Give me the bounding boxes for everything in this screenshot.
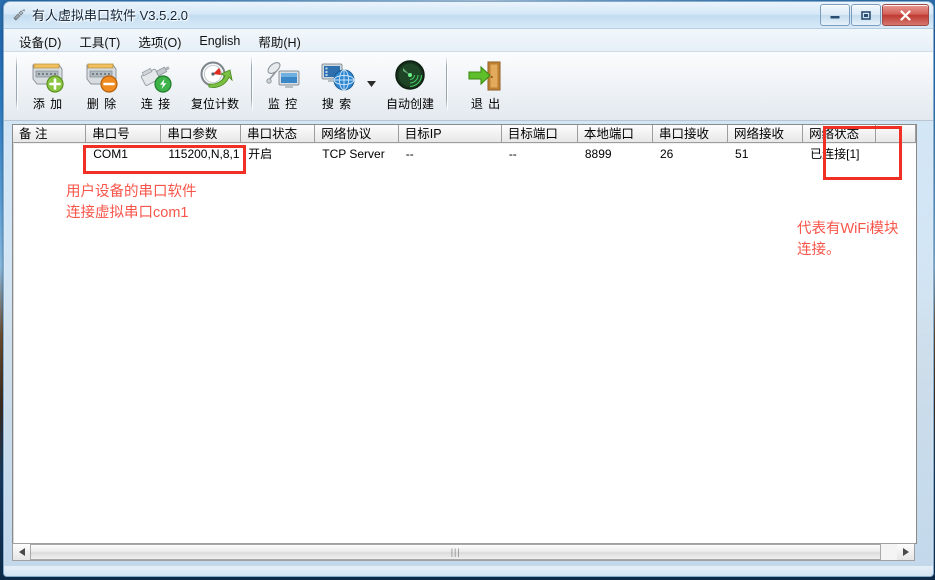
title-bar: 有人虚拟串口软件 V3.5.2.0 xyxy=(4,2,933,29)
connect-button[interactable]: 连 接 xyxy=(129,56,183,114)
monitor-button-label: 监 控 xyxy=(267,97,299,111)
cell-target-port: -- xyxy=(508,147,517,161)
restore-button[interactable] xyxy=(851,4,881,26)
monitor-button[interactable]: 监 控 xyxy=(256,56,310,114)
column-header-com-port[interactable]: 串口号 xyxy=(86,125,162,143)
window-title: 有人虚拟串口软件 V3.5.2.0 xyxy=(32,8,189,23)
highlight-box-com-port xyxy=(83,145,246,174)
toolbar-separator-3 xyxy=(446,56,447,110)
annotation-left-line2: 连接虚拟串口com1 xyxy=(66,205,189,221)
annotation-left: 用户设备的串口软件 连接虚拟串口com1 xyxy=(66,182,197,224)
column-header-target-port[interactable]: 目标端口 xyxy=(501,125,578,143)
column-header-target-ip[interactable]: 目标IP xyxy=(398,125,502,143)
cell-target-ip: -- xyxy=(405,147,414,161)
cell-net-protocol: TCP Server xyxy=(322,147,385,161)
menu-english[interactable]: English xyxy=(190,32,249,50)
column-header-local-port[interactable]: 本地端口 xyxy=(577,125,653,143)
minimize-button[interactable] xyxy=(820,4,850,26)
connect-plug-icon xyxy=(136,57,176,95)
highlight-box-net-status xyxy=(823,126,902,180)
column-header-com-rx[interactable]: 串口接收 xyxy=(652,125,729,143)
annotation-right-line2: 连接。 xyxy=(797,242,841,258)
cell-local-port: 8899 xyxy=(584,147,612,161)
window-controls xyxy=(820,4,929,26)
status-strip xyxy=(4,566,933,576)
annotation-right: 代表有WiFi模块 连接。 xyxy=(797,219,899,261)
reset-counter-button[interactable]: 复位计数 xyxy=(183,56,247,114)
cell-remark xyxy=(13,144,86,164)
toolbar: 添 加 删 除 连 接 复位计数 监 控 搜 索 自动创建 退 出 xyxy=(4,52,933,121)
exit-button-label: 退 出 xyxy=(470,97,502,111)
scroll-right-button[interactable] xyxy=(897,544,914,560)
column-header-remark[interactable]: 备 注 xyxy=(13,125,87,143)
scrollbar-track[interactable]: ||| xyxy=(30,544,897,560)
column-header-net-protocol[interactable]: 网络协议 xyxy=(315,125,399,143)
scrollbar-grip: ||| xyxy=(450,547,461,557)
column-header-net-rx[interactable]: 网络接收 xyxy=(728,125,804,143)
serial-port-remove-icon xyxy=(82,57,122,95)
close-button[interactable] xyxy=(882,4,929,26)
add-button[interactable]: 添 加 xyxy=(21,56,75,114)
scrollbar-thumb[interactable]: ||| xyxy=(30,544,882,560)
search-button-label: 搜 索 xyxy=(321,97,353,111)
auto-create-radar-icon xyxy=(390,57,430,95)
auto-create-button[interactable]: 自动创建 xyxy=(378,56,442,114)
horizontal-scrollbar[interactable]: ||| xyxy=(12,543,915,561)
menu-options[interactable]: 选项(O) xyxy=(129,30,190,53)
chevron-down-icon[interactable] xyxy=(364,56,378,112)
column-header-com-params[interactable]: 串口参数 xyxy=(161,125,242,143)
connect-button-label: 连 接 xyxy=(140,97,172,111)
reset-counter-icon xyxy=(195,57,235,95)
network-search-icon xyxy=(317,57,357,95)
application-window: 有人虚拟串口软件 V3.5.2.0 设备(D) 工具(T) 选项(O) Engl… xyxy=(3,1,934,577)
cell-com-rx: 26 xyxy=(659,147,674,161)
cell-com-status: 开启 xyxy=(248,147,273,161)
menu-device[interactable]: 设备(D) xyxy=(10,30,70,53)
exit-door-icon xyxy=(466,57,506,95)
delete-button-label: 删 除 xyxy=(86,97,118,111)
plug-icon xyxy=(11,7,27,23)
menu-help[interactable]: 帮助(H) xyxy=(249,30,309,53)
add-button-label: 添 加 xyxy=(32,97,64,111)
toolbar-separator-2 xyxy=(251,56,252,110)
exit-button[interactable]: 退 出 xyxy=(459,56,513,114)
auto-create-button-label: 自动创建 xyxy=(385,97,434,111)
serial-port-add-icon xyxy=(28,57,68,95)
annotation-right-line1: 代表有WiFi模块 xyxy=(797,221,899,237)
list-header-row: 备 注 串口号 串口参数 串口状态 网络协议 目标IP 目标端口 本地端口 串口… xyxy=(13,125,916,144)
scroll-left-button[interactable] xyxy=(13,544,30,560)
menu-bar: 设备(D) 工具(T) 选项(O) English 帮助(H) xyxy=(4,29,933,52)
annotation-left-line1: 用户设备的串口软件 xyxy=(66,184,197,200)
search-button[interactable]: 搜 索 xyxy=(310,56,364,114)
monitor-satellite-icon xyxy=(263,57,303,95)
toolbar-separator xyxy=(16,56,17,110)
delete-button[interactable]: 删 除 xyxy=(75,56,129,114)
column-header-com-status[interactable]: 串口状态 xyxy=(241,125,316,143)
menu-tools[interactable]: 工具(T) xyxy=(70,30,129,53)
cell-net-rx: 51 xyxy=(735,147,749,161)
reset-counter-button-label: 复位计数 xyxy=(190,97,239,111)
